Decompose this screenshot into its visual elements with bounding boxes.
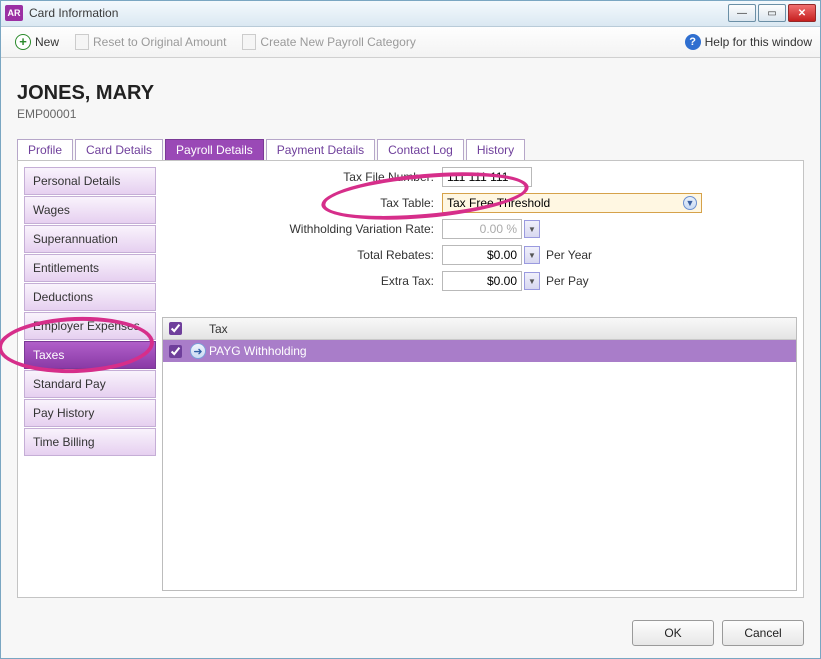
dialog-footer: OK Cancel (1, 608, 820, 658)
main-tabs: Profile Card Details Payroll Details Pay… (17, 139, 804, 160)
help-icon: ? (685, 34, 701, 50)
help-label: Help for this window (705, 35, 812, 49)
close-button[interactable]: ✕ (788, 4, 816, 22)
rebates-label: Total Rebates: (162, 248, 442, 262)
new-button[interactable]: + New (9, 31, 65, 53)
tax-row-label: PAYG Withholding (209, 344, 307, 358)
payroll-sidebar: Personal Details Wages Superannuation En… (24, 167, 156, 591)
window-controls: — ▭ ✕ (728, 4, 816, 22)
create-payroll-category-button[interactable]: Create New Payroll Category (236, 31, 421, 53)
tab-profile[interactable]: Profile (17, 139, 73, 160)
sidebar-item-entitlements[interactable]: Entitlements (24, 254, 156, 282)
help-link[interactable]: ? Help for this window (685, 34, 812, 50)
card-information-window: AR Card Information — ▭ ✕ + New Reset to… (0, 0, 821, 659)
row-drilldown-icon[interactable]: ➜ (190, 343, 206, 359)
reset-icon (75, 34, 89, 50)
extra-tax-unit: Per Pay (546, 274, 589, 288)
sidebar-item-superannuation[interactable]: Superannuation (24, 225, 156, 253)
extra-tax-label: Extra Tax: (162, 274, 442, 288)
sidebar-item-standard-pay[interactable]: Standard Pay (24, 370, 156, 398)
sidebar-item-deductions[interactable]: Deductions (24, 283, 156, 311)
content-area: JONES, MARY EMP00001 Profile Card Detail… (1, 58, 820, 608)
window-title: Card Information (29, 6, 118, 20)
plus-icon: + (15, 34, 31, 50)
tfn-label: Tax File Number: (162, 170, 442, 184)
extra-tax-dropdown-icon[interactable]: ▼ (524, 272, 540, 290)
extra-tax-input[interactable] (442, 271, 522, 291)
reset-amount-button[interactable]: Reset to Original Amount (69, 31, 232, 53)
rebates-dropdown-icon[interactable]: ▼ (524, 246, 540, 264)
sidebar-item-wages[interactable]: Wages (24, 196, 156, 224)
toolbar: + New Reset to Original Amount Create Ne… (1, 27, 820, 58)
tfn-input[interactable] (442, 167, 532, 187)
wvr-input (442, 219, 522, 239)
row-checkbox[interactable] (169, 345, 182, 358)
tax-grid-header: Tax (163, 318, 796, 340)
employee-id: EMP00001 (17, 107, 804, 121)
maximize-button[interactable]: ▭ (758, 4, 786, 22)
header-checkbox[interactable] (169, 322, 182, 335)
sidebar-item-employer-expenses[interactable]: Employer Expenses (24, 312, 156, 340)
tax-table-value: Tax Free Threshold (447, 196, 550, 210)
payroll-details-frame: Personal Details Wages Superannuation En… (17, 160, 804, 598)
taxes-panel: Tax File Number: Tax Table: Tax Free Thr… (162, 167, 797, 591)
create-label: Create New Payroll Category (260, 35, 415, 49)
new-label: New (35, 35, 59, 49)
ok-button[interactable]: OK (632, 620, 714, 646)
minimize-button[interactable]: — (728, 4, 756, 22)
tax-table-grid: Tax ➜ PAYG Withholding (162, 317, 797, 591)
window-titlebar: AR Card Information — ▭ ✕ (1, 1, 820, 27)
tab-card-details[interactable]: Card Details (75, 139, 163, 160)
reset-label: Reset to Original Amount (93, 35, 226, 49)
sidebar-item-time-billing[interactable]: Time Billing (24, 428, 156, 456)
tab-history[interactable]: History (466, 139, 525, 160)
tax-table-combo[interactable]: Tax Free Threshold ▼ (442, 193, 702, 213)
create-category-icon (242, 34, 256, 50)
tax-table-label: Tax Table: (162, 196, 442, 210)
app-badge-icon: AR (5, 5, 23, 21)
rebates-unit: Per Year (546, 248, 592, 262)
tab-payroll-details[interactable]: Payroll Details (165, 139, 264, 160)
tax-grid-row[interactable]: ➜ PAYG Withholding (163, 340, 796, 362)
tab-contact-log[interactable]: Contact Log (377, 139, 464, 160)
sidebar-item-pay-history[interactable]: Pay History (24, 399, 156, 427)
employee-name: JONES, MARY (17, 82, 804, 105)
chevron-down-icon: ▼ (683, 196, 697, 210)
tab-payment-details[interactable]: Payment Details (266, 139, 375, 160)
sidebar-item-personal-details[interactable]: Personal Details (24, 167, 156, 195)
tax-column-header: Tax (209, 322, 228, 336)
wvr-dropdown-icon: ▼ (524, 220, 540, 238)
rebates-input[interactable] (442, 245, 522, 265)
wvr-label: Withholding Variation Rate: (162, 222, 442, 236)
sidebar-item-taxes[interactable]: Taxes (24, 341, 156, 369)
cancel-button[interactable]: Cancel (722, 620, 804, 646)
